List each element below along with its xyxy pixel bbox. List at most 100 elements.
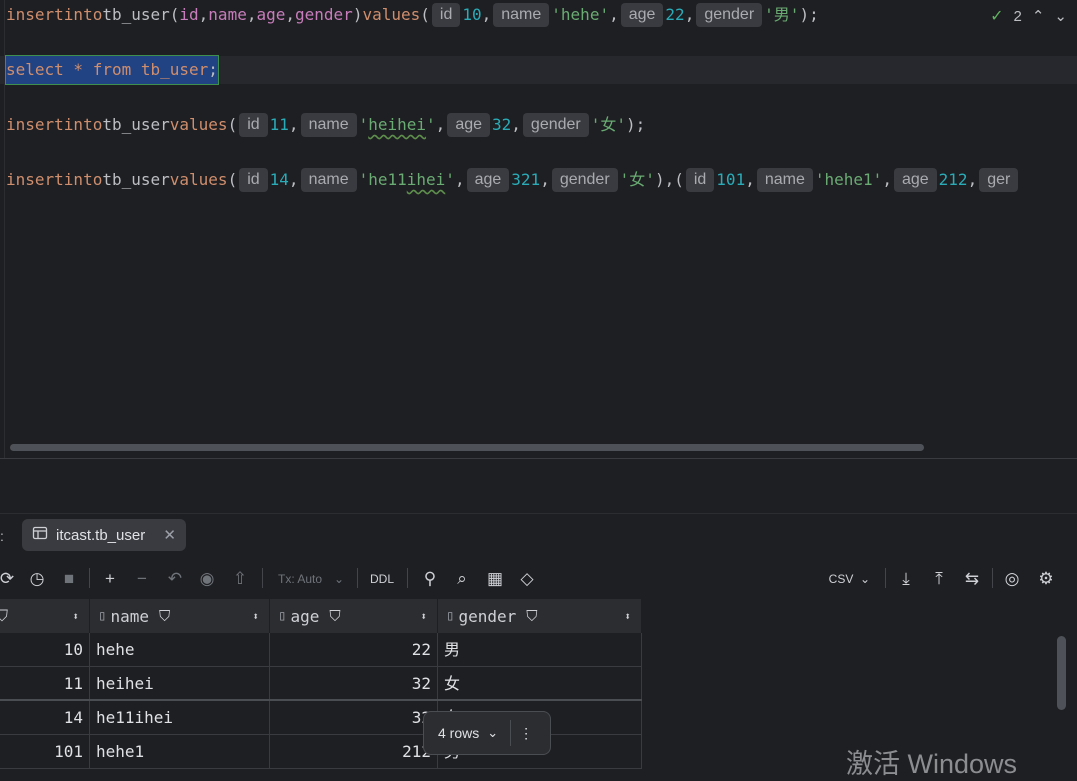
sql-editor[interactable]: insert into tb_user(id, name, age, gende… bbox=[0, 0, 1077, 458]
param-hint-id: id bbox=[239, 168, 268, 192]
param-hint-age: age bbox=[620, 3, 664, 27]
column-id: id bbox=[179, 5, 199, 24]
value-name-typo: ihei bbox=[406, 170, 446, 189]
table-name: tb_user bbox=[102, 170, 170, 189]
filter-table-icon[interactable]: ▦ bbox=[484, 568, 506, 590]
quote: ' bbox=[358, 115, 369, 134]
editor-line-1[interactable]: insert into tb_user(id, name, age, gende… bbox=[6, 1, 819, 29]
column-icon: ▯ bbox=[446, 608, 455, 624]
column-header-age[interactable]: ▯ age ⛉ ⬍ bbox=[270, 599, 438, 633]
param-hint-name: name bbox=[300, 168, 357, 192]
chevron-up-icon[interactable]: ⌃ bbox=[1032, 7, 1045, 25]
selected-statement[interactable]: select * from tb_user; bbox=[5, 55, 219, 85]
cell-age[interactable]: 32 bbox=[270, 667, 438, 701]
tab-label: itcast.tb_user bbox=[56, 526, 146, 544]
paren-open: ( bbox=[420, 5, 430, 24]
value-gender: '女' bbox=[590, 115, 627, 134]
sort-icon[interactable]: ⬍ bbox=[420, 610, 427, 623]
cell-id[interactable]: 10 bbox=[0, 633, 90, 667]
editor-line-3[interactable]: insert into tb_user values (id 11, name ' he… bbox=[6, 111, 645, 139]
sort-icon[interactable]: ⬍ bbox=[72, 610, 79, 623]
stop-icon[interactable]: ■ bbox=[60, 568, 78, 590]
cell-age[interactable]: 32 bbox=[270, 701, 438, 735]
column-header-label: gender bbox=[458, 606, 517, 626]
add-row-icon[interactable]: + bbox=[100, 568, 120, 590]
cell-id[interactable]: 11 bbox=[0, 667, 90, 701]
tab-overflow-icon[interactable]: : bbox=[0, 528, 4, 544]
export-format-select[interactable]: CSV bbox=[828, 568, 854, 590]
filter-icon[interactable]: ⛉ bbox=[329, 607, 340, 625]
transaction-mode-select[interactable]: Tx: Auto bbox=[274, 568, 326, 590]
revert-icon[interactable]: ↶ bbox=[165, 568, 185, 590]
chevron-down-icon[interactable]: ⌄ bbox=[487, 725, 498, 741]
param-hint-id: id bbox=[431, 3, 461, 27]
value-age: 32 bbox=[492, 115, 512, 134]
row-count-label[interactable]: 4 rows bbox=[438, 725, 479, 741]
cell-name[interactable]: heihei bbox=[90, 667, 270, 701]
param-hint-gender: gender bbox=[551, 168, 618, 192]
ddl-button[interactable]: DDL bbox=[368, 568, 396, 590]
submit-icon[interactable]: ⇧ bbox=[230, 568, 250, 590]
value-gender: '女' bbox=[619, 170, 655, 189]
chevron-down-icon[interactable]: ⌄ bbox=[858, 568, 872, 590]
more-options-icon[interactable]: ⋮ bbox=[519, 725, 533, 742]
tab-itcast-tb-user[interactable]: itcast.tb_user ✕ bbox=[22, 519, 186, 551]
column-name: name bbox=[208, 5, 247, 24]
table-name: tb_user( bbox=[102, 5, 180, 24]
row-count-popup[interactable]: 4 rows ⌄ ⋮ bbox=[423, 711, 551, 755]
preview-changes-icon[interactable]: ◉ bbox=[196, 568, 218, 590]
column-gender: gender bbox=[295, 5, 353, 24]
quote: ' bbox=[445, 170, 455, 189]
vertical-scrollbar-thumb[interactable] bbox=[1057, 636, 1066, 710]
clear-format-icon[interactable]: ◇ bbox=[516, 568, 538, 590]
pin-icon[interactable]: ⚲ bbox=[420, 568, 440, 590]
value-gender: '男' bbox=[764, 5, 800, 24]
cell-name[interactable]: he11ihei bbox=[90, 701, 270, 735]
gear-icon[interactable]: ⚙ bbox=[1035, 568, 1057, 590]
value-age: 321 bbox=[511, 170, 541, 189]
column-icon: ▯ bbox=[278, 608, 287, 624]
quote: ' bbox=[426, 115, 436, 134]
param-hint-gender: gender bbox=[696, 3, 763, 27]
cell-gender[interactable]: 男 bbox=[438, 633, 642, 667]
cell-gender[interactable]: 女 bbox=[438, 667, 642, 701]
column-header-name[interactable]: ▯ name ⛉ ⬍ bbox=[90, 599, 270, 633]
paren-open: ( bbox=[227, 170, 238, 189]
cell-age[interactable]: 212 bbox=[270, 735, 438, 769]
value-id: 14 bbox=[269, 170, 289, 189]
close-icon[interactable]: ✕ bbox=[163, 526, 176, 544]
column-header-gender[interactable]: ▯ gender ⛉ ⬍ bbox=[438, 599, 642, 633]
cell-id[interactable]: 14 bbox=[0, 701, 90, 735]
chevron-down-icon[interactable]: ⌄ bbox=[332, 568, 346, 590]
filter-icon[interactable]: ⛉ bbox=[159, 607, 170, 625]
cell-age[interactable]: 22 bbox=[270, 633, 438, 667]
filter-icon[interactable]: ⛉ bbox=[526, 607, 537, 625]
cell-name[interactable]: hehe bbox=[90, 633, 270, 667]
sort-icon[interactable]: ⬍ bbox=[624, 610, 631, 623]
search-icon[interactable]: ⌕ bbox=[452, 568, 472, 590]
refresh-icon[interactable]: ⟳ bbox=[0, 568, 14, 590]
column-age: age bbox=[256, 5, 286, 24]
cell-name[interactable]: hehe1 bbox=[90, 735, 270, 769]
inspection-widget[interactable]: ✓ 2 ⌃ ⌄ bbox=[990, 6, 1067, 26]
table-icon bbox=[32, 525, 48, 545]
column-header-id[interactable]: ⛉ ⬍ bbox=[0, 599, 90, 633]
delete-row-icon[interactable]: − bbox=[132, 568, 152, 590]
download-icon[interactable]: ⤓ bbox=[896, 568, 916, 590]
cell-id[interactable]: 101 bbox=[0, 735, 90, 769]
horizontal-scrollbar-thumb[interactable] bbox=[10, 444, 924, 451]
history-icon[interactable]: ◷ bbox=[26, 568, 48, 590]
upload-icon[interactable]: ⤒ bbox=[929, 568, 949, 590]
sort-icon[interactable]: ⬍ bbox=[252, 610, 259, 623]
editor-line-4[interactable]: insert into tb_user values (id 14, name'he… bbox=[6, 166, 1020, 194]
value-age: 22 bbox=[665, 5, 685, 24]
toolbar-divider bbox=[262, 568, 263, 588]
toolbar-divider bbox=[89, 568, 90, 588]
comma: , bbox=[285, 5, 296, 24]
chevron-down-icon[interactable]: ⌄ bbox=[1054, 7, 1067, 25]
compare-icon[interactable]: ⇆ bbox=[961, 568, 983, 590]
column-header-label: name bbox=[110, 606, 149, 626]
editor-line-2[interactable]: select * from tb_user; bbox=[0, 55, 1077, 85]
eye-icon[interactable]: ◎ bbox=[1001, 568, 1023, 590]
filter-icon[interactable]: ⛉ bbox=[0, 606, 8, 626]
